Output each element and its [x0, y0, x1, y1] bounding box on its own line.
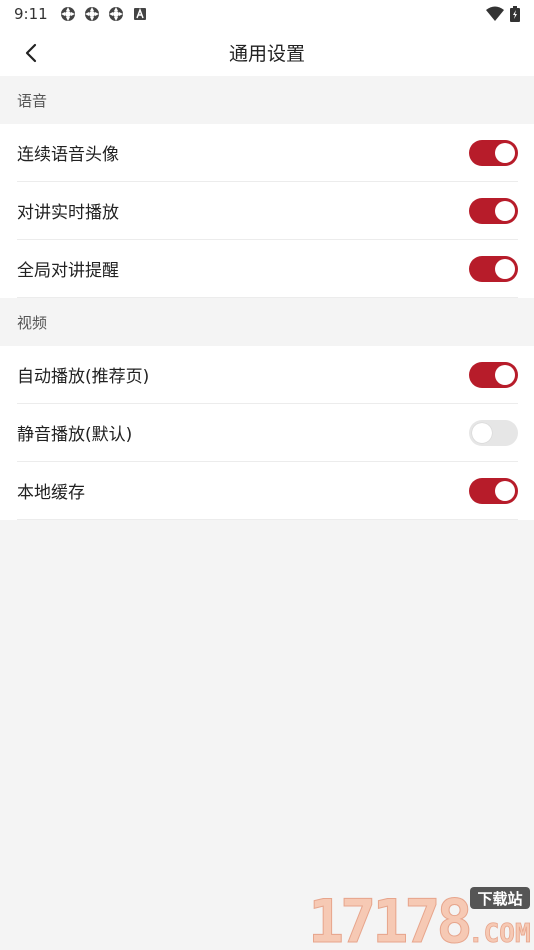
section-group-voice: 连续语音头像 对讲实时播放 全局对讲提醒 — [0, 124, 534, 298]
battery-icon — [510, 6, 520, 22]
settings-sync-icon — [108, 7, 123, 21]
toggle-switch[interactable] — [469, 419, 518, 446]
status-bar: 9:11 — [0, 0, 534, 28]
toggle-knob — [495, 200, 515, 221]
settings-sync-icon — [60, 7, 75, 21]
setting-row-mute-play-default[interactable]: 静音播放(默认) — [17, 404, 518, 462]
setting-row-global-intercom-reminder[interactable]: 全局对讲提醒 — [17, 240, 518, 298]
setting-label: 全局对讲提醒 — [17, 261, 119, 281]
back-button[interactable] — [14, 36, 48, 70]
toggle-knob — [495, 142, 515, 163]
watermark-suffix: .COM — [468, 919, 531, 948]
toggle-switch[interactable] — [469, 139, 518, 166]
setting-label: 自动播放(推荐页) — [17, 367, 150, 387]
a-badge-icon — [133, 7, 146, 20]
toggle-knob — [495, 258, 515, 279]
section-label-video: 视频 — [0, 298, 534, 346]
toggle-switch[interactable] — [469, 477, 518, 504]
site-watermark: 17178 下载站 .COM — [308, 887, 532, 949]
setting-row-autoplay-recommended[interactable]: 自动播放(推荐页) — [17, 346, 518, 404]
toggle-switch[interactable] — [469, 197, 518, 224]
settings-content: 语音 连续语音头像 对讲实时播放 全局对讲提醒 视频 自动播放(推荐页) 静音播… — [0, 76, 534, 520]
toggle-knob — [495, 364, 515, 385]
setting-row-local-cache[interactable]: 本地缓存 — [17, 462, 518, 520]
section-label-voice: 语音 — [0, 76, 534, 124]
setting-label: 静音播放(默认) — [17, 425, 133, 445]
settings-sync-icon — [84, 7, 99, 21]
toggle-knob — [472, 422, 492, 443]
setting-row-continuous-voice-avatar[interactable]: 连续语音头像 — [17, 124, 518, 182]
setting-label: 连续语音头像 — [17, 145, 119, 165]
status-left: 9:11 — [14, 5, 148, 23]
toggle-switch[interactable] — [469, 255, 518, 282]
setting-label: 对讲实时播放 — [17, 203, 119, 223]
page-title: 通用设置 — [228, 42, 305, 65]
chevron-left-icon — [25, 43, 37, 63]
wifi-icon — [486, 6, 504, 21]
app-header: 通用设置 — [0, 28, 534, 76]
watermark-number: 17178 — [308, 887, 469, 948]
setting-row-intercom-realtime-play[interactable]: 对讲实时播放 — [17, 182, 518, 240]
status-right — [486, 6, 520, 22]
toggle-switch[interactable] — [469, 361, 518, 388]
toggle-knob — [495, 480, 515, 501]
watermark-badge: 下载站 — [477, 890, 522, 908]
section-group-video: 自动播放(推荐页) 静音播放(默认) 本地缓存 — [0, 346, 534, 520]
status-time: 9:11 — [14, 5, 48, 23]
setting-label: 本地缓存 — [17, 483, 85, 503]
